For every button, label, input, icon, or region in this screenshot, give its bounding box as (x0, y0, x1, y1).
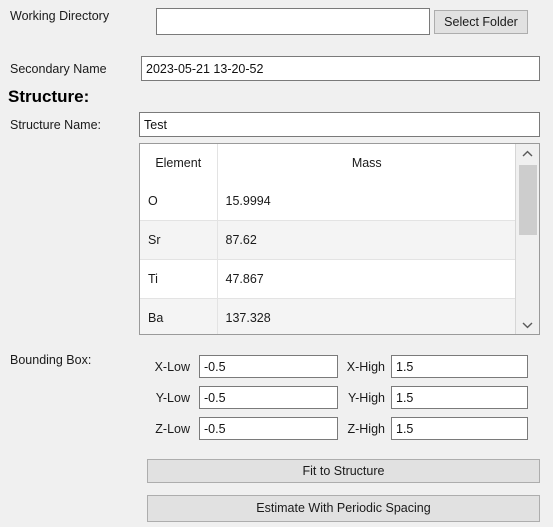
working-directory-label: Working Directory (10, 9, 110, 23)
structure-heading: Structure: (8, 87, 90, 106)
table-row[interactable]: Sr 87.62 (140, 220, 516, 260)
cell-mass: 47.867 (217, 259, 516, 299)
cell-element: Ti (140, 259, 218, 299)
y-low-label: Y-Low (155, 391, 190, 405)
column-header-element: Element (140, 144, 218, 182)
z-low-label: Z-Low (155, 422, 190, 436)
structure-name-label: Structure Name: (10, 118, 102, 132)
y-high-input[interactable] (391, 386, 528, 409)
table: Element Mass O 15.9994 Sr 87.62 Ti 47.86… (140, 144, 516, 334)
z-high-input[interactable] (391, 417, 528, 440)
cell-mass: 87.62 (217, 220, 516, 260)
cell-element: Sr (140, 220, 218, 260)
scrollbar-thumb[interactable] (519, 165, 537, 235)
table-row[interactable]: Ti 47.867 (140, 259, 516, 299)
select-folder-button[interactable]: Select Folder (434, 10, 528, 34)
y-high-label: Y-High (347, 391, 385, 405)
table-row[interactable]: Ba 137.328 (140, 298, 516, 334)
element-mass-table[interactable]: Element Mass O 15.9994 Sr 87.62 Ti 47.86… (139, 143, 540, 335)
chevron-down-icon[interactable] (516, 315, 539, 334)
x-low-label: X-Low (154, 360, 190, 374)
cell-element: Ba (140, 298, 218, 334)
cell-mass: 15.9994 (217, 182, 516, 221)
fit-to-structure-button[interactable]: Fit to Structure (147, 459, 540, 483)
z-high-label: Z-High (347, 422, 385, 436)
chevron-up-icon[interactable] (516, 144, 539, 163)
z-low-input[interactable] (199, 417, 338, 440)
column-header-mass: Mass (217, 144, 516, 182)
table-vertical-scrollbar[interactable] (515, 144, 539, 334)
y-low-input[interactable] (199, 386, 338, 409)
table-row[interactable]: O 15.9994 (140, 182, 516, 221)
working-directory-input[interactable] (156, 8, 430, 35)
x-low-input[interactable] (199, 355, 338, 378)
x-high-input[interactable] (391, 355, 528, 378)
secondary-name-label: Secondary Name (10, 62, 107, 76)
structure-setup-panel: Working Directory Select Folder Secondar… (0, 0, 553, 527)
x-high-label: X-High (346, 360, 385, 374)
estimate-periodic-spacing-button[interactable]: Estimate With Periodic Spacing (147, 495, 540, 522)
table-header-row: Element Mass (140, 144, 516, 182)
cell-mass: 137.328 (217, 298, 516, 334)
structure-name-input[interactable] (139, 112, 540, 137)
cell-element: O (140, 182, 218, 221)
bounding-box-label: Bounding Box: (10, 353, 92, 367)
secondary-name-input[interactable] (141, 56, 540, 81)
